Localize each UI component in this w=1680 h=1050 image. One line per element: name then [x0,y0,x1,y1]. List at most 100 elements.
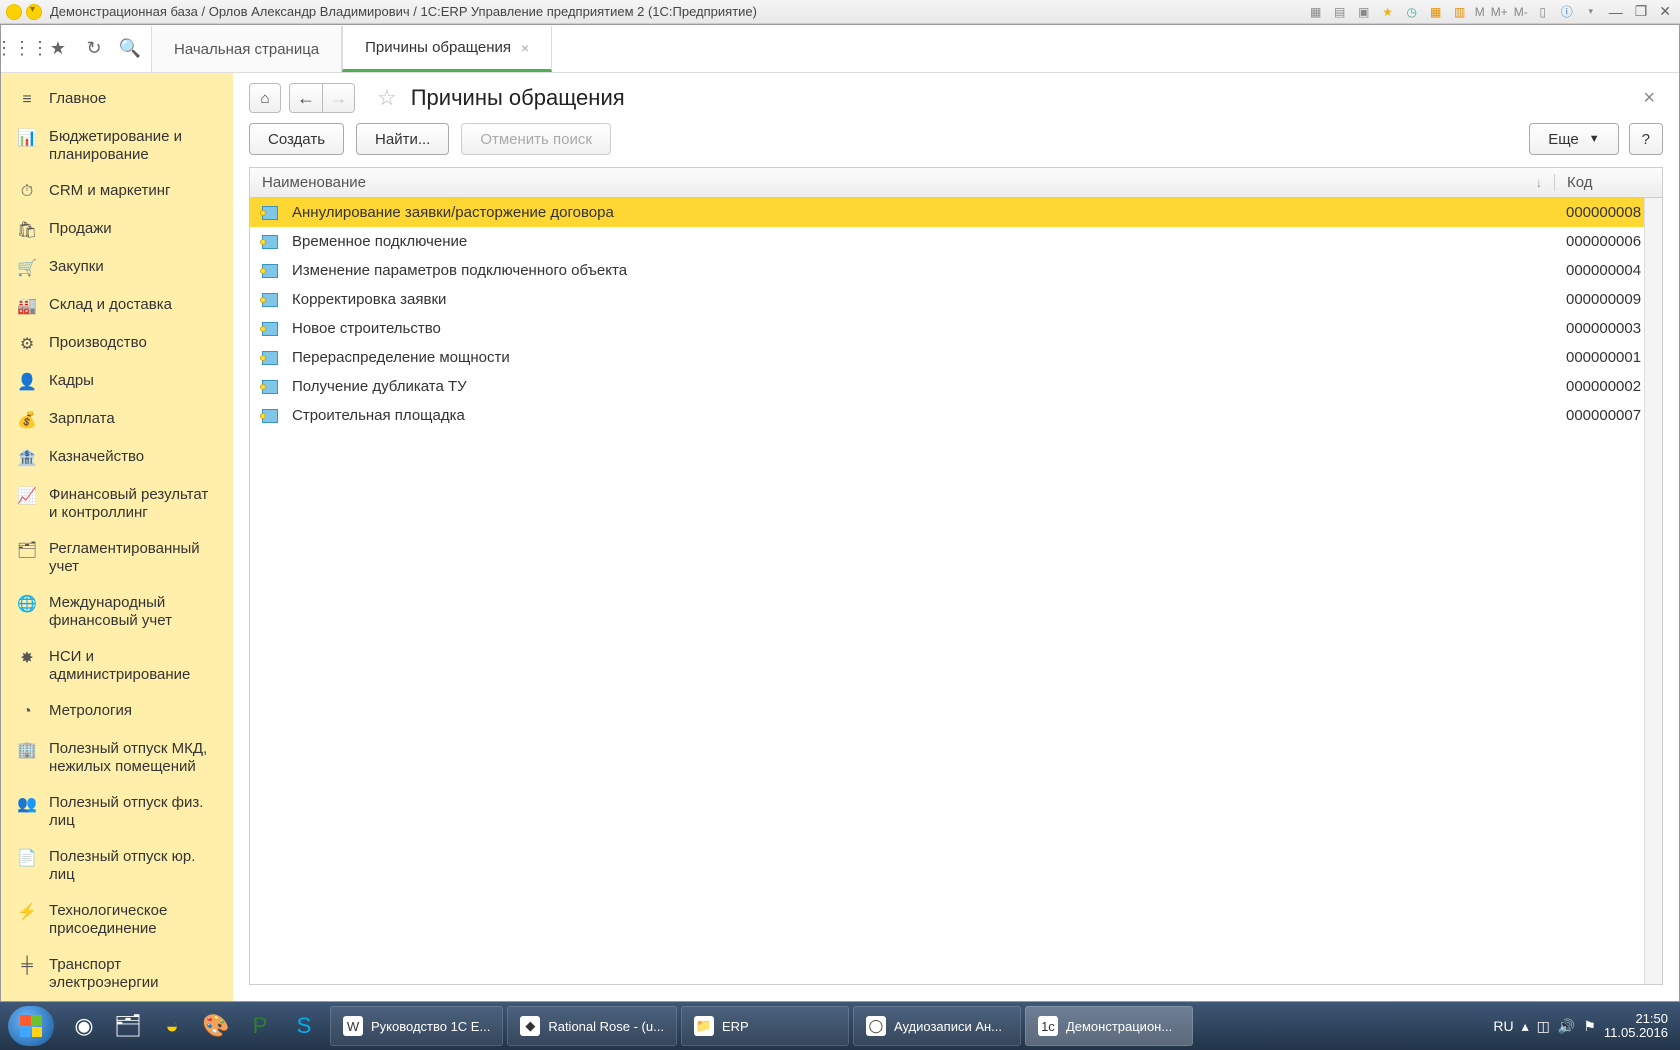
memory-mplus[interactable]: M+ [1491,5,1508,19]
sidebar-item-label: Казначейство [49,448,144,466]
sidebar-item-5[interactable]: 🏭Склад и доставка [1,287,233,325]
taskbar-icon-1c[interactable]: ◒ [150,1006,194,1046]
table-row[interactable]: Изменение параметров подключенного объек… [250,256,1662,285]
home-button[interactable]: ⌂ [249,83,281,113]
table-row[interactable]: Новое строительство000000003 [250,314,1662,343]
search-icon[interactable]: 🔍 [119,38,141,60]
tray-flag-icon[interactable]: ⚑ [1583,1018,1596,1035]
tab-start-page[interactable]: Начальная страница [151,26,342,72]
sidebar-item-6[interactable]: ⚙Производство [1,325,233,363]
column-name-header[interactable]: Наименование↓ [250,174,1554,191]
page-close-button[interactable]: × [1643,87,1663,110]
table-row[interactable]: Получение дубликата ТУ000000002 [250,372,1662,401]
tray-volume-icon[interactable]: 🔊 [1558,1018,1575,1035]
vertical-scrollbar[interactable] [1644,198,1662,984]
taskbar-task-1[interactable]: ◆Rational Rose - (u... [507,1006,677,1046]
taskbar-task-4[interactable]: 1cДемонстрацион... [1025,1006,1193,1046]
tb-icon-1[interactable]: ▦ [1307,3,1325,21]
sidebar-item-icon: 📊 [17,128,37,148]
sidebar-item-18[interactable]: ⚡Технологическое присоединение [1,893,233,947]
table-row[interactable]: Перераспределение мощности000000001 [250,343,1662,372]
tb-icon-2[interactable]: ▤ [1331,3,1349,21]
create-label: Создать [268,131,325,148]
sidebar-item-label: Производство [49,334,147,352]
memory-mminus[interactable]: M- [1514,5,1528,19]
row-item-icon [262,409,278,423]
taskbar-icon-teamviewer[interactable]: ◉ [62,1006,106,1046]
history-icon[interactable]: ◷ [1403,3,1421,21]
create-button[interactable]: Создать [249,123,344,155]
cancel-search-button[interactable]: Отменить поиск [461,123,611,155]
favorite-star-icon[interactable]: ★ [1379,3,1397,21]
calculator-icon[interactable]: ▦ [1427,3,1445,21]
tab-label: Начальная страница [174,41,319,58]
tab-close-icon[interactable]: × [521,40,529,56]
tab-reasons[interactable]: Причины обращения× [342,26,552,72]
taskbar-task-2[interactable]: 📁ERP [681,1006,849,1046]
row-name: Изменение параметров подключенного объек… [292,262,627,279]
table-row[interactable]: Аннулирование заявки/расторжение договор… [250,198,1662,227]
tray-show-hidden-icon[interactable]: ▴ [1522,1018,1529,1035]
window-close-button[interactable]: ✕ [1656,3,1674,20]
sections-menu-icon[interactable]: ⋮⋮⋮ [11,38,33,60]
sidebar-item-1[interactable]: 📊Бюджетирование и планирование [1,119,233,173]
sidebar-item-label: Склад и доставка [49,296,172,314]
nav-forward-button[interactable]: → [322,84,354,112]
panel-icon[interactable]: ▯ [1534,3,1552,21]
row-item-icon [262,351,278,365]
calendar-icon[interactable]: ▥ [1451,3,1469,21]
sidebar-item-8[interactable]: 💰Зарплата [1,401,233,439]
sidebar-item-16[interactable]: 👥Полезный отпуск физ. лиц [1,785,233,839]
sidebar-item-label: НСИ и администрирование [49,648,217,684]
table-row[interactable]: Временное подключение000000006 [250,227,1662,256]
sidebar-item-4[interactable]: 🛒Закупки [1,249,233,287]
more-button[interactable]: Еще▼ [1529,123,1618,155]
taskbar-icon-app[interactable]: 🎨 [194,1006,238,1046]
table-row[interactable]: Строительная площадка000000007 [250,401,1662,430]
sidebar-item-3[interactable]: 🛍Продажи [1,211,233,249]
table-row[interactable]: Корректировка заявки000000009 [250,285,1662,314]
sidebar-item-label: Технологическое присоединение [49,902,217,938]
sidebar-item-11[interactable]: 🗂Регламентированный учет [1,531,233,585]
sidebar-item-label: CRM и маркетинг [49,182,170,200]
info-dropdown-icon[interactable]: ▾ [1582,3,1600,21]
find-label: Найти... [375,131,430,148]
taskbar-task-3[interactable]: ◯Аудиозаписи Ан... [853,1006,1021,1046]
window-minimize-button[interactable]: — [1606,4,1626,20]
sidebar-item-9[interactable]: 🏦 Казначейство [1,439,233,477]
find-button[interactable]: Найти... [356,123,449,155]
help-button[interactable]: ? [1629,123,1663,155]
taskbar-icon-project[interactable]: P [238,1006,282,1046]
sidebar-item-17[interactable]: 📄Полезный отпуск юр. лиц [1,839,233,893]
info-icon[interactable]: ⓘ [1558,3,1576,21]
sidebar-item-14[interactable]: ◔Метрология [1,693,233,731]
app-menu-dropdown-icon[interactable] [26,4,42,20]
grid-body: Аннулирование заявки/расторжение договор… [250,198,1662,984]
sidebar-item-12[interactable]: 🌐Международный финансовый учет [1,585,233,639]
sidebar-item-2[interactable]: ⏱CRM и маркетинг [1,173,233,211]
tb-icon-3[interactable]: ▣ [1355,3,1373,21]
sidebar-item-15[interactable]: 🏢Полезный отпуск МКД, нежилых помещений [1,731,233,785]
sidebar-item-icon: 🏦 [17,448,37,468]
memory-m[interactable]: M [1475,5,1485,19]
tray-network-icon[interactable]: ◫ [1537,1018,1550,1035]
taskbar-icon-skype[interactable]: S [282,1006,326,1046]
start-button[interactable] [8,1006,54,1046]
favorites-icon[interactable]: ★ [47,38,69,60]
taskbar-task-0[interactable]: WРуководство 1C E... [330,1006,503,1046]
sidebar-item-7[interactable]: 👤Кадры [1,363,233,401]
nav-back-button[interactable]: ← [290,84,322,112]
column-code-header[interactable]: Код [1554,174,1662,191]
taskbar-icon-explorer[interactable]: 🗂 [106,1006,150,1046]
history-tool-icon[interactable]: ↻ [83,38,105,60]
sidebar-item-label: Регламентированный учет [49,540,217,576]
sidebar-item-label: Закупки [49,258,104,276]
sidebar-item-0[interactable]: ≡Главное [1,81,233,119]
sidebar-item-10[interactable]: 📈Финансовый результат и контроллинг [1,477,233,531]
tray-lang[interactable]: RU [1493,1018,1513,1034]
tray-clock[interactable]: 21:50 11.05.2016 [1604,1012,1668,1040]
window-restore-button[interactable]: ❐ [1632,3,1651,20]
sidebar-item-13[interactable]: ✸НСИ и администрирование [1,639,233,693]
sidebar-item-19[interactable]: ╪Транспорт электроэнергии [1,947,233,1001]
page-favorite-icon[interactable]: ☆ [377,85,397,111]
